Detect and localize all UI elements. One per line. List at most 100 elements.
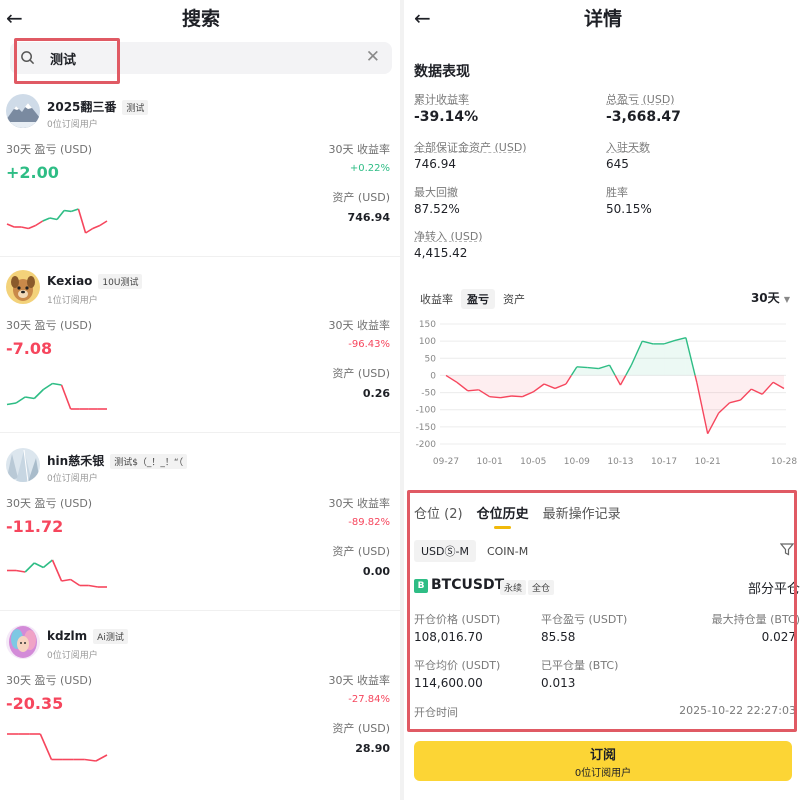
sparkline-segment [42, 217, 51, 222]
trader-card[interactable]: Kexiao 10U测试 1位订阅用户 30天 盈亏 (USD) 30天 收益率 -7.0… [0, 270, 400, 446]
label-avg-close: 平仓均价 (USDT) [414, 659, 501, 672]
area-fill [653, 343, 665, 376]
area-fill [740, 375, 752, 401]
label-open-price: 开仓价格 (USDT) [414, 613, 501, 626]
margin-type-tabs: USDⓈ-M COIN-M [414, 540, 539, 562]
subscribe-button[interactable]: 订阅 0位订阅用户 [414, 741, 792, 781]
roi-value: +0.22% [349, 163, 390, 174]
sparkline-segment [33, 562, 44, 569]
search-bar[interactable]: ✕ [10, 42, 392, 74]
subscriber-count: 0位订阅用户 [47, 474, 98, 484]
tab-position-history[interactable]: 仓位历史 [477, 503, 529, 529]
sparkline-segment [95, 754, 108, 762]
area-fill [707, 375, 719, 434]
area-fill [500, 375, 512, 398]
trader-name-text: 2025翻三番 [47, 100, 117, 114]
y-tick-label: -100 [416, 406, 437, 416]
filter-icon[interactable] [780, 542, 794, 556]
area-fill [664, 340, 675, 376]
metric-label-net-in: 净转入 (USD) [414, 230, 483, 243]
pnl-value: -7.08 [6, 339, 53, 358]
trader-tag: 10U测试 [98, 274, 143, 289]
label-close-pnl: 平仓盈亏 (USDT) [541, 613, 628, 626]
tab-positions[interactable]: 仓位 (2) [414, 503, 463, 522]
metric-value-net-in: 4,415.42 [414, 246, 468, 260]
trader-card[interactable]: 2025翻三番 测试 0位订阅用户 30天 盈亏 (USD) 30天 收益率 +2.00 +… [0, 94, 400, 270]
label-open-time: 开仓时间 [414, 706, 458, 719]
pnl-value: -20.35 [6, 694, 64, 713]
roi-label: 30天 收益率 [328, 497, 391, 510]
sparkline [7, 733, 108, 762]
avatar [6, 625, 40, 659]
avatar [6, 448, 40, 482]
search-input[interactable] [50, 48, 350, 68]
pnl-label: 30天 盈亏 (USD) [6, 143, 93, 156]
metric-label-winrate: 胜率 [606, 186, 628, 199]
close-mode: 部分平仓 [747, 582, 800, 597]
sparkline-segment [99, 220, 108, 227]
roi-label: 30天 收益率 [328, 143, 391, 156]
metric-label-total-pnl: 总盈亏 (USD) [606, 93, 675, 106]
sparkline-segment [56, 210, 65, 220]
chart-tab-pnl[interactable]: 盈亏 [461, 289, 495, 309]
metric-label-drawdown: 最大回撤 [414, 186, 458, 199]
subscriber-count: 1位订阅用户 [47, 296, 98, 306]
subscribe-label: 订阅 [589, 748, 616, 763]
y-tick-label: 150 [419, 320, 436, 330]
area-fill [522, 375, 534, 397]
pnl-label: 30天 盈亏 (USD) [6, 674, 93, 687]
metric-value-winrate: 50.15% [606, 202, 652, 216]
trader-card[interactable]: kdzlm Ai测试 0位订阅用户 30天 盈亏 (USD) 30天 收益率 -20.35… [0, 625, 400, 800]
chart-tab-roi[interactable]: 收益率 [414, 289, 459, 309]
sparkline-segment [28, 224, 36, 230]
roi-label: 30天 收益率 [328, 674, 391, 687]
sparkline-segment [84, 758, 96, 762]
chevron-down-icon: ▼ [783, 295, 790, 304]
assets-label: 资产 (USD) [332, 367, 390, 380]
divider [0, 610, 400, 611]
subtab-usdm[interactable]: USDⓈ-M [414, 540, 476, 562]
sparkline-segment [92, 224, 101, 230]
chart-tab-assets[interactable]: 资产 [497, 289, 531, 309]
x-tick-label: 09-27 [433, 457, 459, 467]
area-fill [489, 375, 501, 398]
back-arrow-icon[interactable]: ← [6, 6, 23, 30]
subscriber-count: 0位订阅用户 [574, 768, 632, 779]
avatar [6, 94, 40, 128]
subscriber-count: 0位订阅用户 [47, 651, 98, 661]
y-tick-label: -150 [416, 423, 437, 433]
trader-tag: 测试 [122, 100, 149, 115]
label-closed-qty: 已平仓量 (BTC) [541, 659, 619, 672]
page-title: 详情 [584, 8, 623, 30]
metric-label-margin: 全部保证金资产 (USD) [414, 141, 527, 154]
line-segment [576, 366, 588, 369]
sparkline-segment [15, 569, 26, 573]
y-tick-label: -200 [416, 440, 437, 450]
page-title: 搜索 [182, 8, 221, 30]
back-arrow-icon[interactable]: ← [414, 6, 431, 30]
value-avg-close: 114,600.00 [414, 676, 483, 690]
roi-value: -96.43% [348, 339, 390, 350]
sparkline-segment [42, 382, 53, 391]
tab-operations[interactable]: 最新操作记录 [543, 503, 621, 522]
sparkline-segment [88, 584, 99, 588]
label-max-hold: 最大持仓量 (BTC) [711, 613, 800, 626]
sparkline-segment [52, 382, 62, 386]
x-tick-label: 10-09 [564, 457, 590, 467]
clear-icon[interactable]: ✕ [366, 47, 380, 67]
assets-label: 资产 (USD) [332, 545, 390, 558]
sparkline-segment [77, 208, 87, 234]
badge-perpetual: 永续 [500, 580, 527, 595]
subtab-coinm[interactable]: COIN-M [480, 542, 535, 561]
sparkline-segment [42, 559, 53, 569]
badge-cross: 全仓 [528, 580, 555, 595]
area-fill [511, 375, 523, 397]
sparkline-segment [85, 227, 94, 234]
sparkline-segment [51, 559, 63, 582]
roi-value: -89.82% [348, 517, 390, 528]
trader-card[interactable]: hin慈禾银 测试$（_！_！“（ 0位订阅用户 30天 盈亏 (USD) 30天 收益… [0, 448, 400, 624]
trader-name-text: hin慈禾银 [47, 454, 105, 468]
period-select[interactable]: 30天 ▼ [751, 289, 790, 306]
sparkline-segment [35, 220, 44, 227]
metric-value-margin: 746.94 [414, 157, 456, 171]
